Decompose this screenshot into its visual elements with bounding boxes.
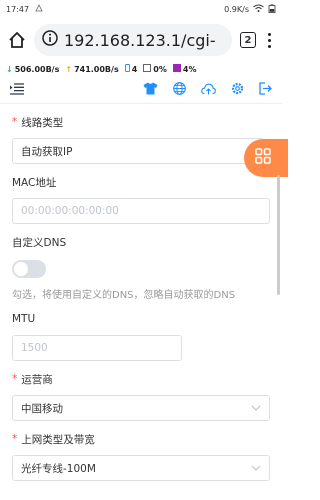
net-type-select[interactable]: 光纤专线-100M [12,455,270,481]
download-arrow-icon: ↓ [6,64,13,74]
line-type-label: * 线路类型 [12,116,64,129]
url-text[interactable]: 192.168.123.1/cgi- [64,31,216,50]
browser-toolbar: 192.168.123.1/cgi- 2 [0,18,282,62]
info-icon[interactable] [42,30,58,50]
tabs-icon[interactable]: 2 [240,32,256,48]
mac-label: MAC地址 [12,176,57,189]
router-metrics: ↓ 506.00B/s ↑ 741.00B/s 4 0% 4% [0,62,282,76]
system-status-bar: 17:47 0.9K/s [0,0,282,18]
net-type-label: * 上网类型及带宽 [12,433,95,446]
upload-rate: ↑ 741.00B/s [65,64,119,74]
isp-select[interactable]: 中国移动 [12,395,270,421]
globe-icon[interactable] [173,80,186,99]
device-count: 4 [124,64,137,74]
app-toolbar [0,76,282,104]
battery-icon [268,4,276,15]
floating-menu-button[interactable] [244,139,288,177]
dns-label: 自定义DNS [12,236,67,249]
chevron-down-icon [251,462,261,474]
home-icon[interactable] [8,31,26,49]
mac-input[interactable]: 00:00:00:00:00:00 [12,198,270,224]
logout-icon[interactable] [259,80,272,99]
cpu-icon [143,64,152,74]
shirt-icon[interactable] [143,80,158,99]
required-mark: * [12,116,18,128]
isp-label: * 运营商 [12,373,53,386]
clock: 17:47 [6,4,30,14]
memory-icon [172,64,181,74]
gear-icon[interactable] [231,80,244,99]
memory-usage: 4% [172,64,196,74]
line-type-select[interactable]: 自动获取IP [12,138,264,164]
dns-hint: 勾选，将使用自定义的DNS，忽略自动获取的DNS [12,290,236,301]
toggle-knob [14,262,28,276]
dns-toggle[interactable] [12,260,46,278]
grid-icon [255,148,271,168]
cloud-upload-icon[interactable] [201,80,216,99]
wan-settings-form: * 线路类型 自动获取IP MAC地址 00:00:00:00:00:00 自定… [0,114,282,481]
required-mark: * [12,433,18,445]
network-speed: 0.9K/s [224,4,249,14]
mtu-input[interactable]: 1500 [12,335,182,361]
cpu-usage: 0% [143,64,167,74]
download-rate: ↓ 506.00B/s [6,64,60,74]
address-bar[interactable]: 192.168.123.1/cgi- [34,24,232,56]
scrollbar[interactable] [277,175,280,295]
required-mark: * [12,373,18,385]
signal-icon [35,4,43,14]
phone-icon [124,64,130,74]
chevron-down-icon [251,402,261,414]
menu-collapse-icon[interactable] [10,80,24,99]
wifi-icon [253,4,264,14]
more-icon[interactable] [264,32,274,48]
mtu-label: MTU [12,313,36,325]
upload-arrow-icon: ↑ [65,64,73,74]
